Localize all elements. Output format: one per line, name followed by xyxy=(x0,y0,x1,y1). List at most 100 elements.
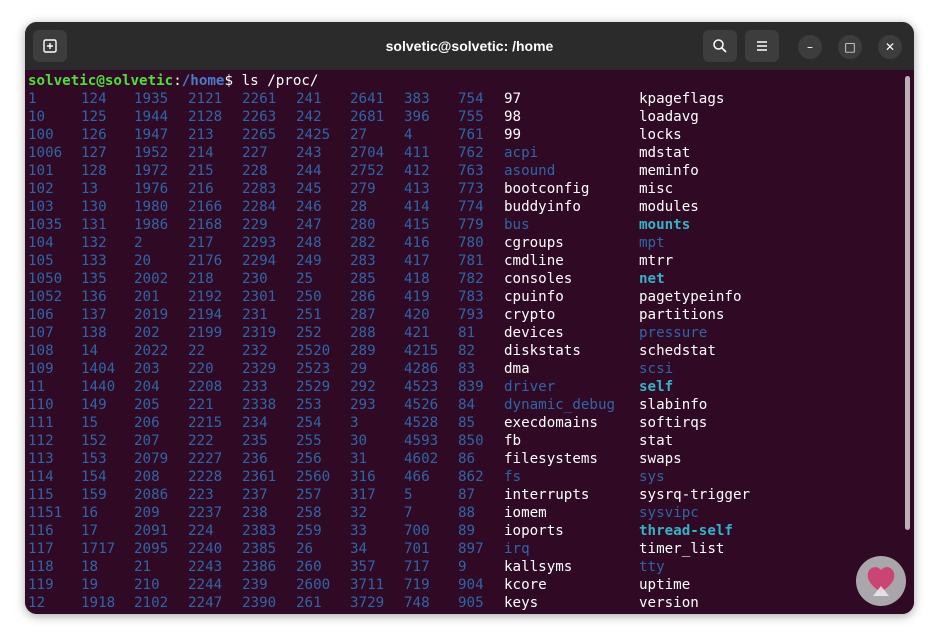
listing-entry: cgroups xyxy=(504,235,564,251)
listing-entry: 897 xyxy=(458,541,484,557)
listing-entry: driver xyxy=(504,379,556,395)
hamburger-menu-icon xyxy=(757,41,767,51)
listing-entry: 213 xyxy=(188,127,214,143)
listing-entry: 103 xyxy=(28,199,54,215)
listing-entry: softirqs xyxy=(639,415,708,431)
listing-entry: 415 xyxy=(404,217,430,233)
listing-entry: 2002 xyxy=(134,271,169,287)
listing-entry: 2261 xyxy=(242,91,277,107)
listing-entry: 701 xyxy=(404,541,430,557)
close-button[interactable]: ✕ xyxy=(878,35,902,59)
listing-entry: 101 xyxy=(28,163,54,179)
listing-entry: 1006 xyxy=(28,145,63,161)
listing-entry: 260 xyxy=(296,559,322,575)
listing-entry: 232 xyxy=(242,343,268,359)
listing-entry: pagetypeinfo xyxy=(639,289,742,305)
listing-row: 108 14 2022 22 232 2520 289 4215 82 diskstats sche… xyxy=(28,342,908,360)
listing-entry: 773 xyxy=(458,181,484,197)
listing-entry: 32 xyxy=(350,505,368,521)
listing-entry: 138 xyxy=(81,325,107,341)
listing-entry: 279 xyxy=(350,181,376,197)
listing-entry: 2284 xyxy=(242,199,277,215)
terminal-area[interactable]: solvetic@solvetic:/home$ ls /proc/ 1 124 1… xyxy=(25,70,914,614)
listing-entry: 27 xyxy=(350,127,368,143)
listing-entry: 1717 xyxy=(81,541,116,557)
listing-row: 1006 127 1952 214 227 243 2704 411 762 acpi mdstat xyxy=(28,144,908,162)
listing-entry: 1976 xyxy=(134,181,169,197)
listing-entry: 2215 xyxy=(188,415,223,431)
listing-entry: self xyxy=(639,379,674,395)
search-button[interactable] xyxy=(703,30,737,62)
listing-entry: 30 xyxy=(350,433,368,449)
listing-entry: 3729 xyxy=(350,595,385,611)
menu-button[interactable] xyxy=(745,30,779,62)
listing-entry: 231 xyxy=(242,307,268,323)
listing-entry: 2194 xyxy=(188,307,223,323)
listing-row: 1050 135 2002 218 230 25 285 418 782 consoles net xyxy=(28,270,908,288)
listing-entry: diskstats xyxy=(504,343,581,359)
logo-icon xyxy=(867,567,895,596)
title-bar: solvetic@solvetic: /home – □ ✕ xyxy=(25,22,914,70)
listing-entry: 4526 xyxy=(404,397,439,413)
listing-entry: filesystems xyxy=(504,451,598,467)
close-icon: ✕ xyxy=(884,40,896,54)
listing-row: 106 137 2019 2194 231 251 287 420 793 crypto parti… xyxy=(28,306,908,324)
listing-entry: 2294 xyxy=(242,253,277,269)
listing-entry: 117 xyxy=(28,541,54,557)
listing-entry: bus xyxy=(504,217,530,233)
listing-entry: 293 xyxy=(350,397,376,413)
listing-entry: 383 xyxy=(404,91,430,107)
listing-entry: 4286 xyxy=(404,361,439,377)
listing-entry: 208 xyxy=(134,469,160,485)
listing-entry: devices xyxy=(504,325,564,341)
prompt-user-host: solvetic@solvetic xyxy=(28,73,174,89)
scrollbar[interactable] xyxy=(905,76,910,530)
listing-entry: 781 xyxy=(458,253,484,269)
listing-entry: cmdline xyxy=(504,253,564,269)
listing-entry: 217 xyxy=(188,235,214,251)
listing-entry: 218 xyxy=(188,271,214,287)
listing-entry: 206 xyxy=(134,415,160,431)
listing-entry: 2128 xyxy=(188,109,223,125)
listing-entry: 223 xyxy=(188,487,214,503)
listing-entry: 793 xyxy=(458,307,484,323)
listing-row: 1052 136 201 2192 2301 250 286 419 783 cpuinfo pag… xyxy=(28,288,908,306)
listing-row: 107 138 202 2199 2319 252 288 421 81 devices press… xyxy=(28,324,908,342)
listing-entry: 2240 xyxy=(188,541,223,557)
listing-entry: 2301 xyxy=(242,289,277,305)
listing-entry: 1947 xyxy=(134,127,169,143)
maximize-button[interactable]: □ xyxy=(838,35,862,59)
listing-entry: 2390 xyxy=(242,595,277,611)
listing-entry: 2263 xyxy=(242,109,277,125)
listing-entry: 1980 xyxy=(134,199,169,215)
listing-entry: 862 xyxy=(458,469,484,485)
listing-entry: 124 xyxy=(81,91,107,107)
listing-entry: 115 xyxy=(28,487,54,503)
listing-entry: 209 xyxy=(134,505,160,521)
listing-entry: 253 xyxy=(296,397,322,413)
listing-entry: 149 xyxy=(81,397,107,413)
listing-entry: 316 xyxy=(350,469,376,485)
listing-entry: 2237 xyxy=(188,505,223,521)
listing-entry: 261 xyxy=(296,595,322,611)
listing-entry: 230 xyxy=(242,271,268,287)
listing-entry: 5 xyxy=(404,487,413,503)
listing-entry: 137 xyxy=(81,307,107,323)
listing-entry: 2425 xyxy=(296,127,331,143)
listing-entry: 2168 xyxy=(188,217,223,233)
listing-entry: 110 xyxy=(28,397,54,413)
listing-entry: timer_list xyxy=(639,541,725,557)
listing-entry: 3 xyxy=(350,415,359,431)
listing-entry: 282 xyxy=(350,235,376,251)
listing-entry: 1944 xyxy=(134,109,169,125)
listing-entry: 220 xyxy=(188,361,214,377)
listing-entry: schedstat xyxy=(639,343,716,359)
listing-entry: 14 xyxy=(81,343,99,359)
listing-entry: 2283 xyxy=(242,181,277,197)
listing-entry: 419 xyxy=(404,289,430,305)
minimize-button[interactable]: – xyxy=(798,35,822,59)
listing-entry: slabinfo xyxy=(639,397,708,413)
listing-entry: 244 xyxy=(296,163,322,179)
listing-entry: 233 xyxy=(242,379,268,395)
listing-entry: consoles xyxy=(504,271,573,287)
